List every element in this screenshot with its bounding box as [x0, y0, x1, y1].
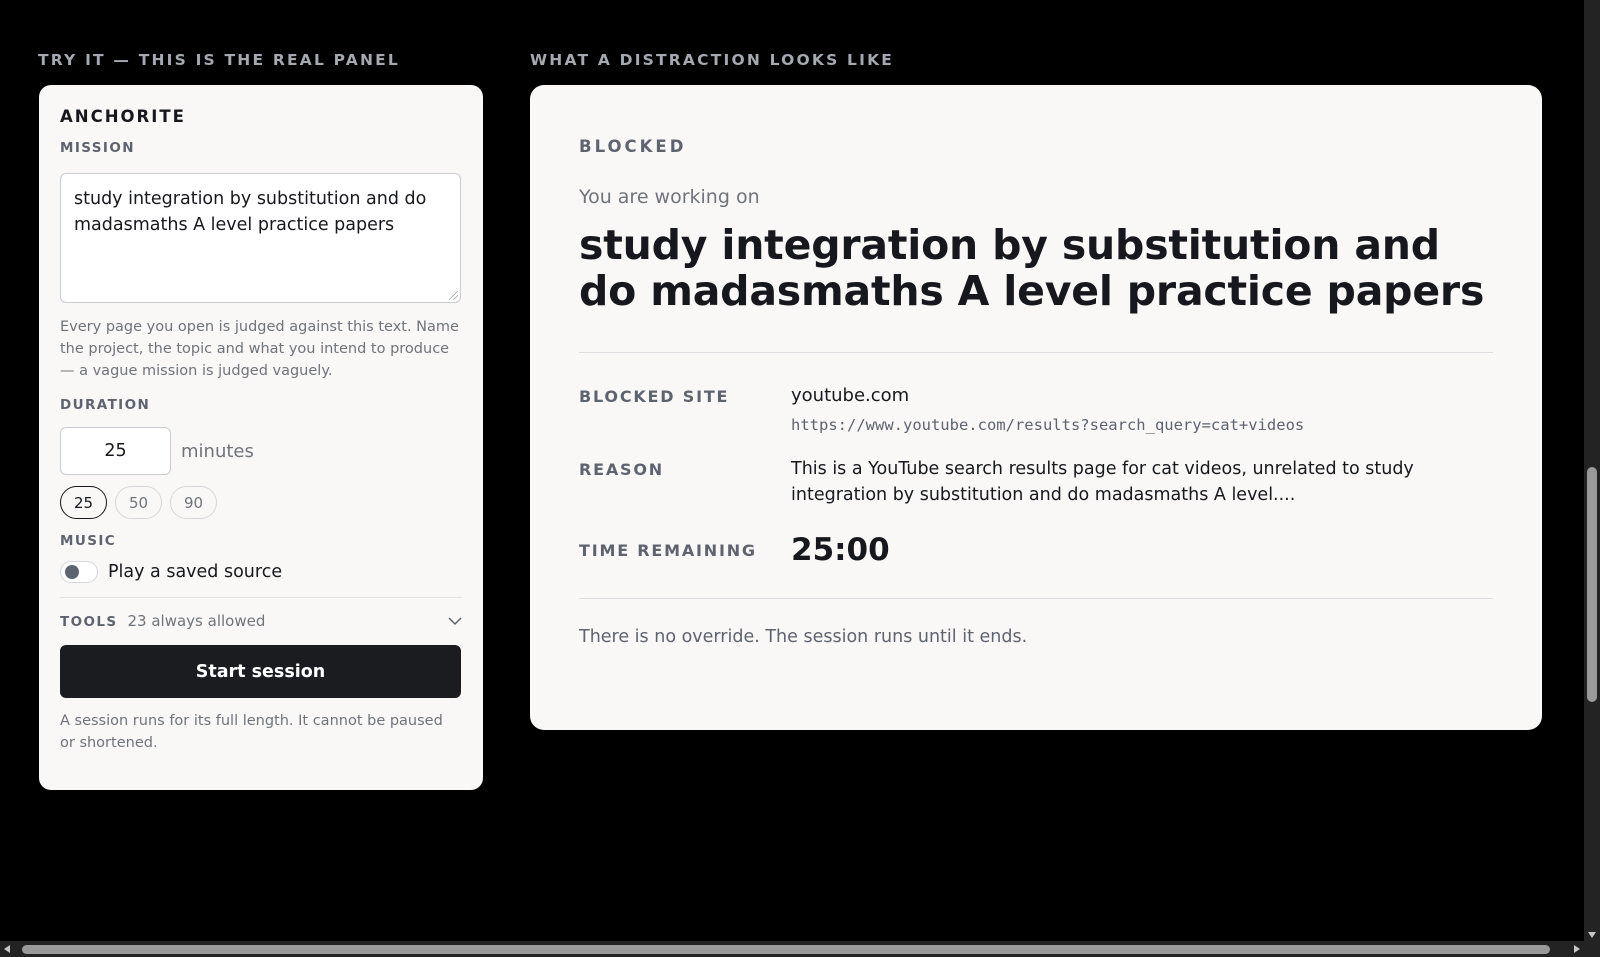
- panel-section-label: TRY IT — THIS IS THE REAL PANEL: [38, 51, 401, 69]
- tools-expander[interactable]: TOOLS 23 always allowed: [60, 612, 462, 630]
- scrollbar-corner: [1584, 941, 1600, 957]
- panel-divider: [60, 597, 462, 598]
- music-toggle-label: Play a saved source: [108, 562, 283, 582]
- blocked-card: BLOCKED You are working on study integra…: [530, 85, 1542, 730]
- session-footnote: A session runs for its full length. It c…: [60, 713, 443, 751]
- preset-25-button[interactable]: 25: [60, 486, 107, 519]
- music-toggle-row: Play a saved source: [60, 561, 462, 583]
- distraction-section-label: WHAT A DISTRACTION LOOKS LIKE: [530, 51, 895, 69]
- tools-count: 23 always allowed: [127, 612, 266, 630]
- horizontal-scroll-thumb[interactable]: [22, 945, 1550, 954]
- scroll-left-arrow-icon[interactable]: [4, 945, 10, 953]
- blocked-site-name: youtube.com: [791, 385, 910, 406]
- vertical-scroll-thumb[interactable]: [1587, 467, 1597, 702]
- no-override-note: There is no override. The session runs u…: [579, 627, 1028, 647]
- card-divider: [579, 352, 1493, 353]
- brand-title: ANCHORITE: [60, 107, 186, 126]
- music-label: MUSIC: [60, 533, 117, 549]
- mission-text: study integration by substitution and do…: [74, 189, 427, 235]
- time-remaining-row: TIME REMAINING 25:00: [579, 532, 1493, 568]
- blocked-site-row: BLOCKED SITE youtube.com https://www.you…: [579, 385, 1493, 434]
- duration-presets: 25 50 90: [60, 486, 462, 519]
- page: TRY IT — THIS IS THE REAL PANEL WHAT A D…: [0, 0, 1600, 957]
- duration-input[interactable]: 25: [60, 427, 171, 475]
- reason-text: This is a YouTube search results page fo…: [791, 459, 1414, 505]
- tools-label: TOOLS: [60, 614, 118, 630]
- blocked-site-label: BLOCKED SITE: [579, 387, 730, 406]
- mission-textarea[interactable]: study integration by substitution and do…: [60, 173, 461, 303]
- duration-unit: minutes: [181, 440, 254, 462]
- chevron-down-icon[interactable]: [448, 616, 462, 626]
- time-remaining-value: 25:00: [791, 532, 890, 568]
- toggle-knob: [65, 565, 79, 579]
- card-divider: [579, 598, 1493, 599]
- start-session-button[interactable]: Start session: [60, 645, 461, 698]
- horizontal-scrollbar[interactable]: [0, 941, 1584, 957]
- duration-label: DURATION: [60, 397, 151, 413]
- working-on-label: You are working on: [579, 186, 760, 208]
- scroll-down-arrow-icon[interactable]: [1588, 932, 1596, 938]
- anchorite-panel: ANCHORITE MISSION study integration by s…: [39, 85, 483, 790]
- reason-row: REASON This is a YouTube search results …: [579, 459, 1493, 508]
- mission-label: MISSION: [60, 140, 135, 156]
- music-toggle[interactable]: [60, 561, 98, 583]
- scroll-right-arrow-icon[interactable]: [1574, 945, 1580, 953]
- duration-row: 25 minutes: [60, 427, 462, 475]
- preset-90-button[interactable]: 90: [170, 486, 217, 519]
- blocked-tag: BLOCKED: [579, 137, 687, 156]
- mission-title: study integration by substitution and do…: [579, 221, 1485, 315]
- time-remaining-label: TIME REMAINING: [579, 540, 757, 560]
- mission-hint: Every page you open is judged against th…: [60, 319, 459, 379]
- resize-grip-icon[interactable]: [449, 291, 458, 300]
- reason-label: REASON: [579, 460, 664, 479]
- preset-50-button[interactable]: 50: [115, 486, 162, 519]
- vertical-scrollbar[interactable]: [1584, 0, 1600, 941]
- blocked-site-url: https://www.youtube.com/results?search_q…: [791, 416, 1305, 434]
